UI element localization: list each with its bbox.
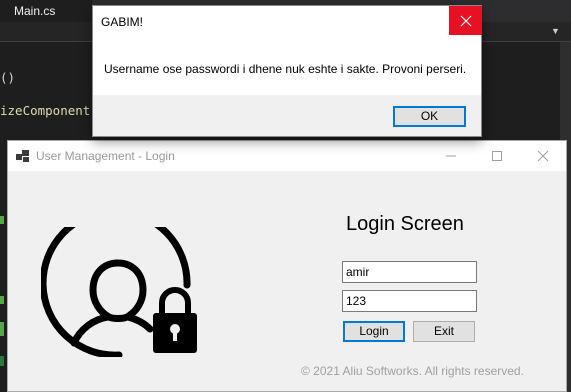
password-input[interactable] <box>342 290 477 312</box>
close-icon <box>537 150 549 162</box>
login-window: User Management - Login Login Screen ami… <box>7 140 567 392</box>
ide-change-marker <box>0 296 4 304</box>
ide-code-line: () <box>0 70 16 85</box>
ok-button[interactable]: OK <box>393 106 466 127</box>
close-button[interactable] <box>520 141 566 171</box>
copyright-text: © 2021 Aliu Softworks. All rights reserv… <box>301 364 524 378</box>
ide-code-line: izeComponent() <box>0 103 106 118</box>
login-button[interactable]: Login <box>343 321 405 342</box>
window-title: User Management - Login <box>36 149 175 163</box>
maximize-button[interactable] <box>474 141 520 171</box>
user-lock-illustration <box>39 207 211 359</box>
app-icon <box>16 149 30 163</box>
exit-button[interactable]: Exit <box>413 321 475 342</box>
minimize-button[interactable] <box>428 141 474 171</box>
login-heading: Login Screen <box>346 213 464 235</box>
padlock-icon <box>153 287 197 353</box>
ide-file-tab[interactable]: Main.cs <box>0 0 92 22</box>
dialog-title: GABIM! <box>101 15 144 29</box>
ide-change-marker <box>0 216 4 224</box>
dialog-message: Username ose passwordi i dhene nuk eshte… <box>104 62 467 76</box>
close-icon <box>460 15 472 27</box>
error-message-dialog: GABIM! Username ose passwordi i dhene nu… <box>92 5 482 137</box>
combo-arrow-icon[interactable]: ▼ <box>551 26 560 36</box>
dialog-footer: OK <box>93 95 481 136</box>
ide-change-marker <box>0 322 4 336</box>
maximize-icon <box>492 151 502 161</box>
ide-change-marker <box>0 356 4 366</box>
dialog-close-button[interactable] <box>449 6 482 35</box>
login-title-bar[interactable]: User Management - Login <box>8 141 566 171</box>
minimize-icon <box>446 155 456 157</box>
username-input[interactable] <box>342 261 477 283</box>
